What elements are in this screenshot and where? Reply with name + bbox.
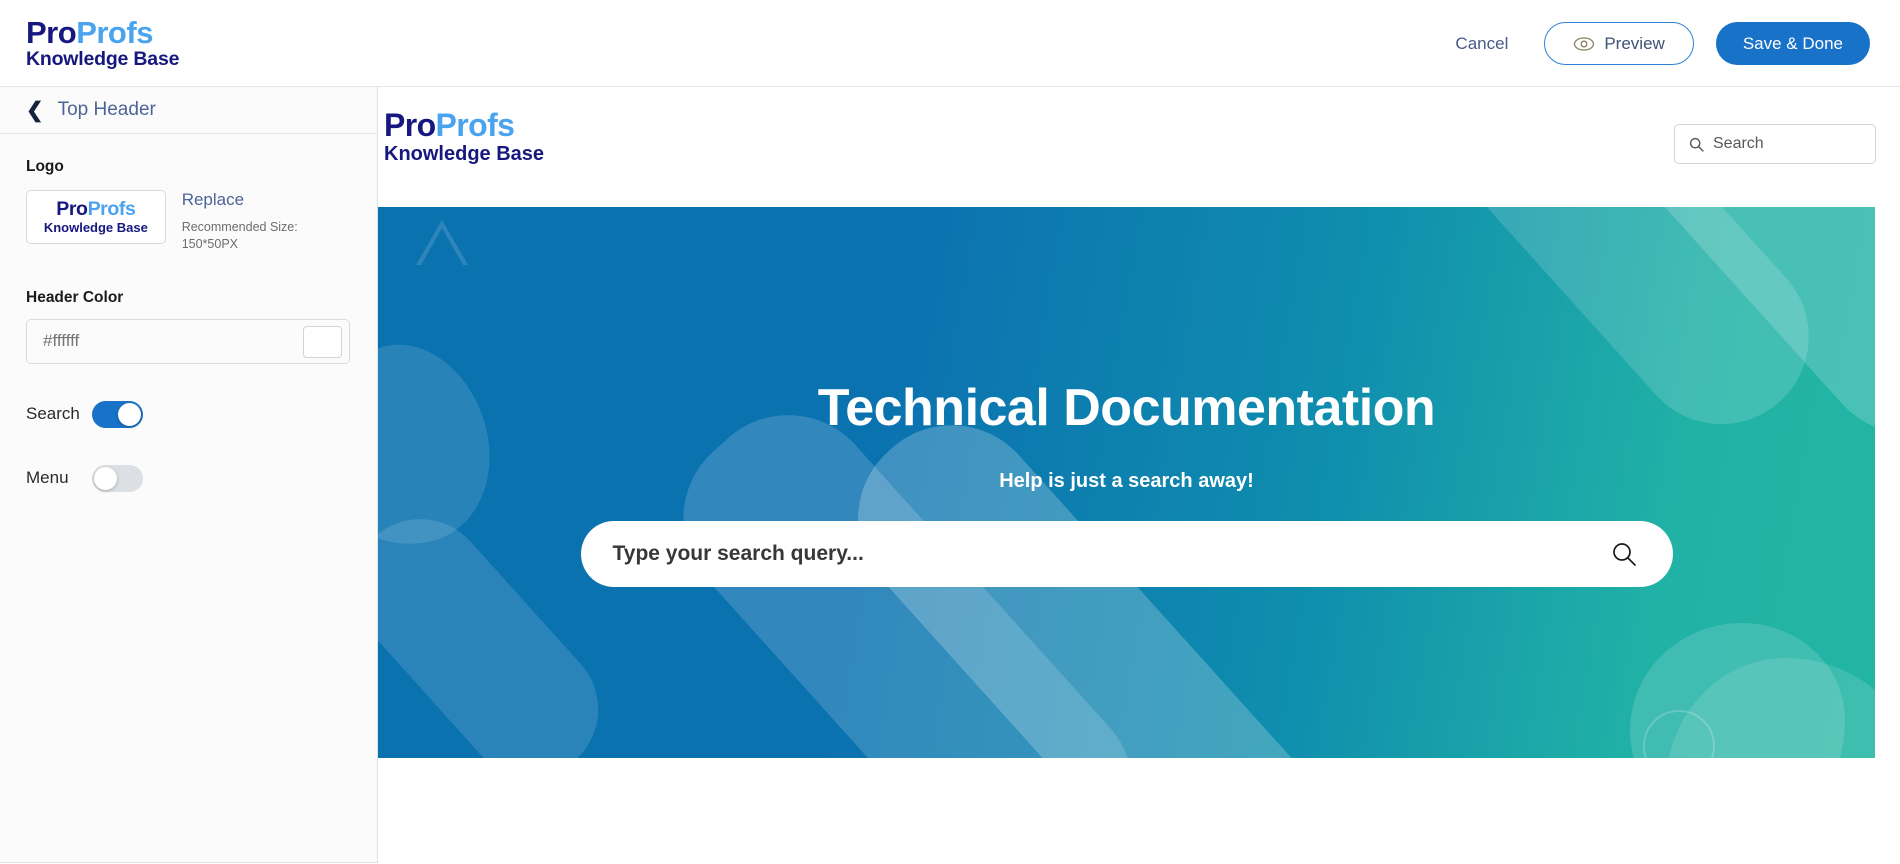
sidebar-title: Top Header [57, 99, 156, 120]
search-toggle[interactable] [92, 400, 143, 428]
hero-content: Technical Documentation Help is just a s… [378, 207, 1875, 758]
hero-search-placeholder: Type your search query... [612, 542, 864, 565]
logo-thumbnail-pro: Pro [56, 198, 88, 221]
search-icon [1689, 137, 1704, 152]
preview-site-logo[interactable]: ProProfs Knowledge Base [384, 109, 544, 164]
header-color-input[interactable] [27, 331, 277, 352]
preview-header-search[interactable]: Search [1674, 124, 1876, 164]
site-preview-pane: ProProfs Knowledge Base Search Technical… [378, 87, 1900, 864]
preview-button-label: Preview [1604, 33, 1665, 53]
hero-search-bar[interactable]: Type your search query... [580, 521, 1673, 587]
app-logo-pro: Pro [26, 14, 77, 50]
sidebar-body: Logo ProProfs Knowledge Base Replace Rec… [0, 134, 377, 492]
cancel-button[interactable]: Cancel [1441, 26, 1522, 62]
menu-toggle-label: Menu [26, 468, 69, 488]
search-toggle-knob [118, 402, 141, 426]
settings-sidebar: ❮ Top Header Logo ProProfs Knowledge Bas… [0, 87, 378, 863]
app-topbar: ProProfs Knowledge Base Cancel Preview S… [0, 0, 1900, 87]
logo-label: Logo [26, 158, 64, 175]
app-logo-wordmark: ProProfs [26, 17, 206, 48]
header-color-label: Header Color [26, 288, 124, 306]
menu-toggle[interactable] [92, 464, 143, 492]
header-color-group: Header Color [26, 289, 351, 364]
preview-button[interactable]: Preview [1544, 22, 1694, 65]
logo-meta: Replace Recommended Size: 150*50PX [182, 190, 351, 253]
preview-header-search-text: Search [1713, 135, 1764, 152]
logo-thumbnail[interactable]: ProProfs Knowledge Base [26, 190, 166, 244]
preview-logo-profs: Profs [435, 107, 515, 143]
preview-logo-wordmark: ProProfs [384, 109, 544, 141]
logo-thumbnail-subtitle: Knowledge Base [43, 219, 148, 235]
header-color-swatch[interactable] [303, 325, 342, 358]
save-and-done-button[interactable]: Save & Done [1715, 22, 1870, 65]
logo-setting-group: Logo ProProfs Knowledge Base Replace Rec… [26, 158, 351, 253]
search-toggle-row: Search [26, 400, 351, 428]
topbar-actions: Cancel Preview Save & Done [1441, 0, 1870, 87]
preview-logo-pro: Pro [384, 107, 436, 143]
eye-icon [1573, 36, 1595, 51]
logo-thumbnail-profs: Profs [87, 198, 136, 221]
sidebar-header: ❮ Top Header [0, 87, 377, 134]
logo-thumbnail-wordmark: ProProfs [56, 198, 136, 221]
logo-recommended-size: Recommended Size: 150*50PX [181, 220, 298, 251]
preview-logo-subtitle: Knowledge Base [384, 143, 545, 165]
search-icon[interactable] [1611, 541, 1637, 567]
app-logo-profs: Profs [76, 14, 153, 50]
menu-toggle-row: Menu [26, 464, 351, 492]
chevron-left-icon[interactable]: ❮ [26, 100, 44, 121]
search-toggle-label: Search [26, 404, 80, 424]
hero-subtitle: Help is just a search away! [999, 470, 1254, 492]
logo-row: ProProfs Knowledge Base Replace Recommen… [26, 190, 351, 253]
header-color-field[interactable] [26, 318, 350, 364]
hero-banner: Technical Documentation Help is just a s… [378, 207, 1875, 758]
app-logo: ProProfs Knowledge Base [26, 11, 206, 75]
menu-toggle-knob [94, 466, 117, 490]
replace-logo-link[interactable]: Replace [182, 190, 351, 210]
hero-title: Technical Documentation [817, 379, 1436, 437]
preview-site-header: ProProfs Knowledge Base Search [378, 87, 1900, 207]
app-logo-subtitle: Knowledge Base [26, 47, 180, 70]
